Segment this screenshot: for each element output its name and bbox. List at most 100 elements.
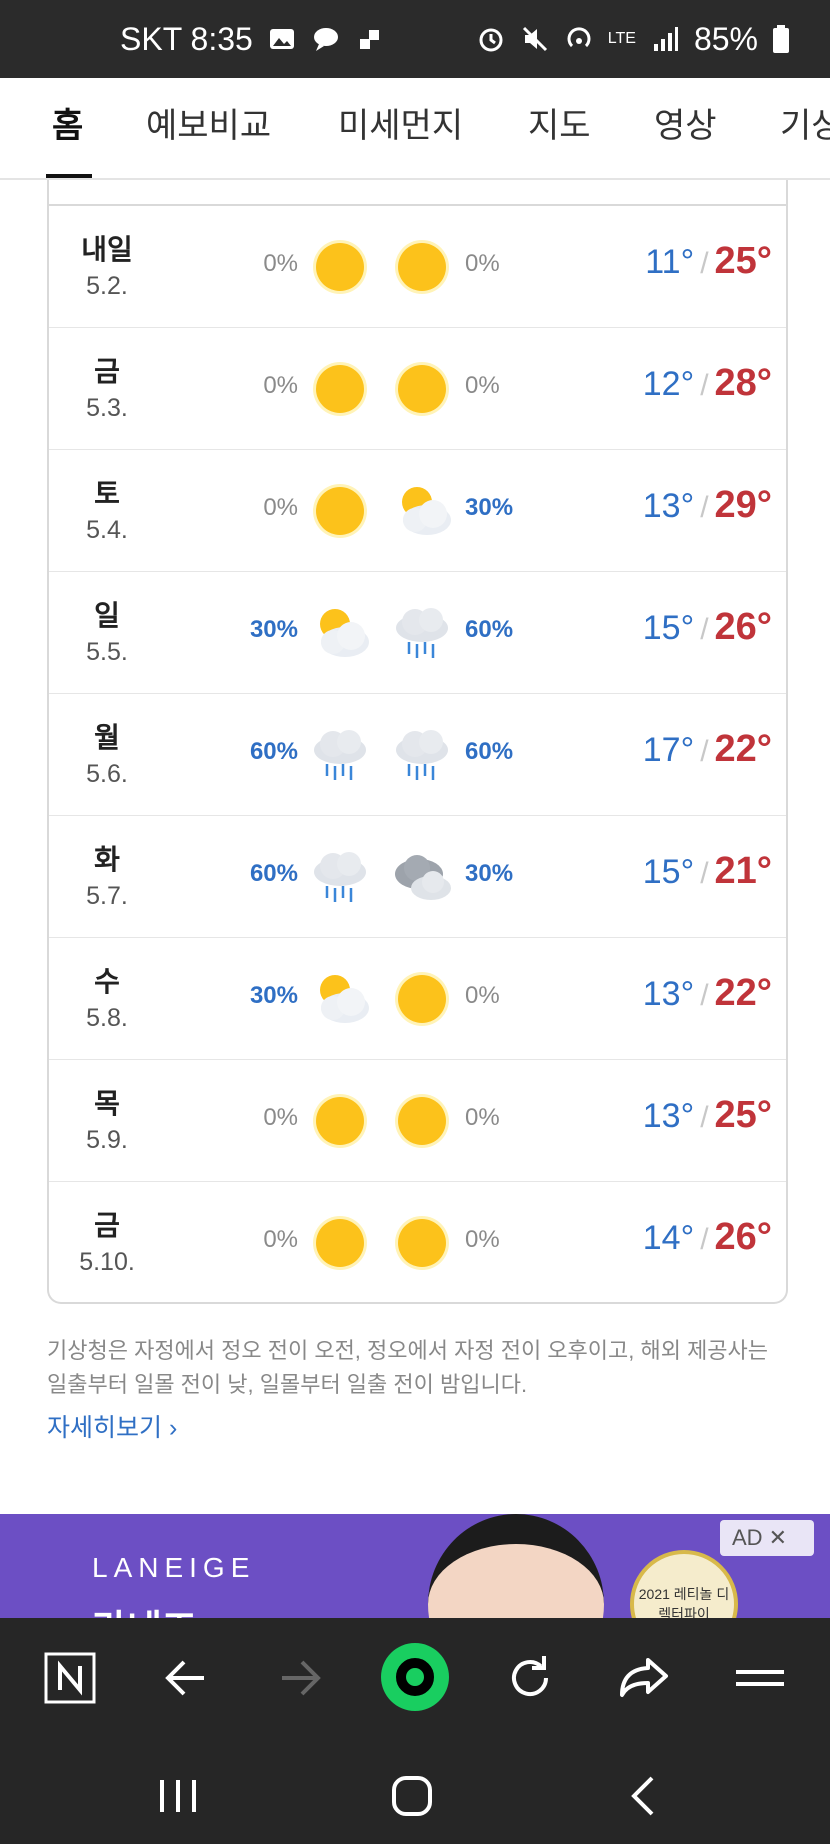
pm-precip-chance: 0% <box>465 982 500 1009</box>
browser-toolbar <box>0 1618 830 1736</box>
pm-precip-chance: 0% <box>465 1104 500 1131</box>
forecast-row[interactable]: 수 5.8. 30% 0% 13°/22° <box>49 938 786 1060</box>
system-back-icon[interactable] <box>614 1766 674 1826</box>
pm-precip-chance: 60% <box>465 616 514 643</box>
forecast-day: 내일 <box>81 234 133 265</box>
tab-home[interactable]: 홈 <box>52 78 83 178</box>
hotspot-icon <box>567 27 591 48</box>
temperature-range: 11°/25° <box>645 240 772 283</box>
more-details-link[interactable]: 자세히보기 › <box>47 1408 177 1444</box>
am-precip-chance: 30% <box>249 982 298 1009</box>
temperature-range: 13°/25° <box>643 1094 772 1137</box>
forecast-row[interactable]: 월 5.6. 60% 60% 17°/22° <box>49 694 786 816</box>
share-icon[interactable] <box>614 1648 674 1708</box>
ad-brand: LANEIGE <box>92 1552 256 1583</box>
network-type: LTE <box>607 30 636 47</box>
temp-separator: / <box>700 979 709 1012</box>
forecast-row[interactable]: 목 5.9. 0% 0% 13°/25° <box>49 1060 786 1182</box>
ad-close-button[interactable]: AD ✕ <box>720 1520 814 1556</box>
sun-icon <box>305 1086 375 1156</box>
active-tab-indicator <box>46 174 92 178</box>
back-arrow-icon[interactable] <box>156 1648 216 1708</box>
sun-icon <box>387 1086 457 1156</box>
forecast-day: 토 <box>94 478 120 509</box>
forecast-day: 수 <box>94 966 120 997</box>
rain-icon <box>305 842 375 912</box>
sun-icon <box>305 232 375 302</box>
forecast-row[interactable]: 일 5.5. 30% 60% 15°/26° <box>49 572 786 694</box>
naver-n-icon[interactable] <box>40 1648 100 1708</box>
menu-icon[interactable] <box>730 1648 790 1708</box>
weekly-forecast-card: 내일 5.2. 0% 0% 11°/25° 금 5.3. 0% 0% 12°/28° 토 5.4. 0%… <box>47 180 788 1304</box>
am-precip-chance: 0% <box>263 372 298 399</box>
temp-separator: / <box>700 491 709 524</box>
forecast-date: 5.2. <box>86 272 128 300</box>
tab-forecast-compare[interactable]: 예보비교 <box>146 78 271 178</box>
am-precip-chance: 0% <box>263 494 298 521</box>
high-temp: 25° <box>714 1094 772 1136</box>
temp-separator: / <box>700 857 709 890</box>
mute-icon <box>522 26 547 52</box>
weather-tab-bar: 홈 예보비교 미세먼지 지도 영상 기상 <box>0 78 830 180</box>
forecast-day: 일 <box>94 600 120 631</box>
pm-precip-chance: 30% <box>465 860 514 887</box>
signal-icon <box>653 27 678 51</box>
forecast-day: 금 <box>94 356 120 387</box>
sun-icon <box>387 232 457 302</box>
forecast-row[interactable]: 금 5.10. 0% 0% 14°/26° <box>49 1182 786 1304</box>
tab-fine-dust[interactable]: 미세먼지 <box>338 78 463 178</box>
high-temp: 25° <box>714 240 772 282</box>
low-temp: 14° <box>642 1219 695 1257</box>
refresh-icon[interactable] <box>500 1648 560 1708</box>
forecast-row[interactable]: 화 5.7. 60% 30% 15°/21° <box>49 816 786 938</box>
rain-icon <box>387 720 457 790</box>
ad-headline: 라네즈 <box>92 1598 197 1618</box>
am-precip-chance: 0% <box>263 1104 298 1131</box>
battery-percent: 85% <box>693 20 758 57</box>
forecast-row[interactable]: 금 5.3. 0% 0% 12°/28° <box>49 328 786 450</box>
low-temp: 13° <box>642 975 695 1013</box>
temp-separator: / <box>700 1223 709 1256</box>
naver-home-button-icon[interactable] <box>380 1642 450 1712</box>
sun-icon <box>305 1208 375 1278</box>
am-precip-chance: 60% <box>249 738 298 765</box>
am-precip-chance: 60% <box>249 860 298 887</box>
carrier-time: SKT 8:35 <box>120 20 253 57</box>
am-precip-chance: 0% <box>263 1226 298 1253</box>
forecast-day: 목 <box>94 1088 120 1119</box>
forecast-date: 5.9. <box>86 1126 128 1154</box>
system-nav-bar <box>0 1736 830 1844</box>
sun-icon <box>387 964 457 1034</box>
partly-cloudy-icon <box>387 476 457 546</box>
high-temp: 22° <box>714 728 772 770</box>
sun-icon <box>387 1208 457 1278</box>
partly-cloudy-icon <box>305 964 375 1034</box>
tab-video[interactable]: 영상 <box>654 78 717 178</box>
partly-cloudy-icon <box>305 598 375 668</box>
forecast-row[interactable]: 내일 5.2. 0% 0% 11°/25° <box>49 206 786 328</box>
pm-precip-chance: 0% <box>465 1226 500 1253</box>
forecast-day: 금 <box>94 1210 120 1241</box>
am-precip-chance: 30% <box>249 616 298 643</box>
forecast-date: 5.7. <box>86 882 128 910</box>
forecast-row[interactable]: 토 5.4. 0% 30% 13°/29° <box>49 450 786 572</box>
forward-arrow-icon[interactable] <box>270 1648 330 1708</box>
pm-precip-chance: 0% <box>465 372 500 399</box>
recent-apps-icon[interactable] <box>148 1766 208 1826</box>
temp-separator: / <box>700 369 709 402</box>
home-icon[interactable] <box>382 1766 442 1826</box>
alarm-icon <box>479 28 503 52</box>
ad-banner[interactable]: LANEIGE 라네즈 2021 레티놀 디렉터파이 AD ✕ <box>0 1514 830 1618</box>
tab-weather-more[interactable]: 기상 <box>780 78 830 178</box>
chat-icon <box>313 28 338 51</box>
low-temp: 15° <box>642 609 695 647</box>
tab-map[interactable]: 지도 <box>528 78 591 178</box>
high-temp: 26° <box>714 1216 772 1258</box>
temperature-range: 15°/21° <box>643 850 772 893</box>
pm-precip-chance: 30% <box>465 494 514 521</box>
forecast-date: 5.3. <box>86 394 128 422</box>
sun-icon <box>387 354 457 424</box>
high-temp: 22° <box>714 972 772 1014</box>
forecast-day: 화 <box>94 844 120 875</box>
forecast-day: 월 <box>94 722 120 753</box>
